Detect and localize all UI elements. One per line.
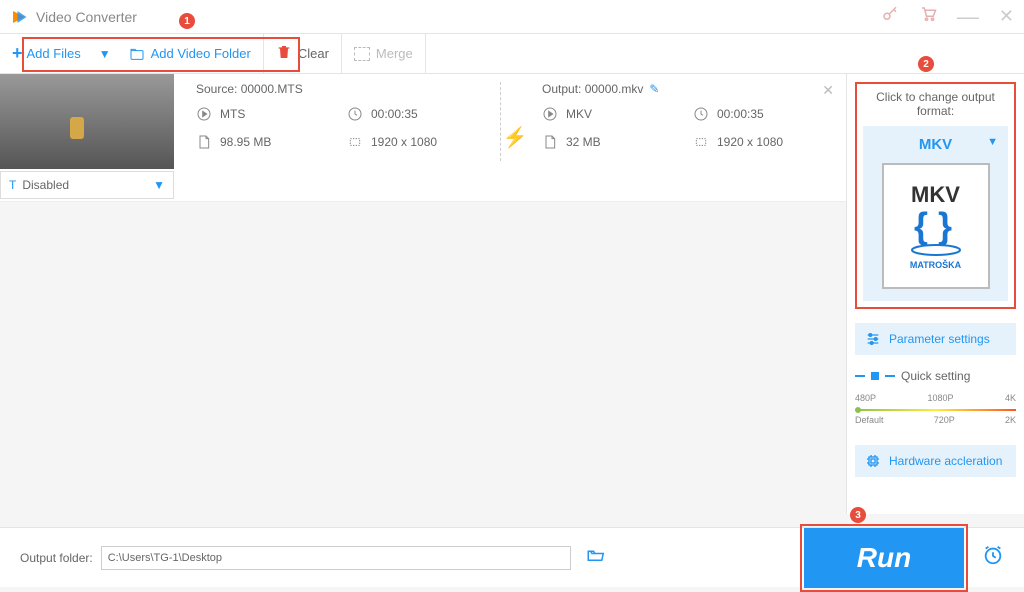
svg-text:{ }: { } [914,208,952,246]
output-info: Output: 00000.mkv ✎ MKV 00:00:35 32 MB 1… [530,74,846,201]
source-format: MTS [196,106,337,122]
cart-icon[interactable] [919,5,937,28]
source-resolution: 1920 x 1080 [347,134,488,150]
app-title: Video Converter [36,9,137,25]
conversion-arrow: ⚡ [500,74,530,201]
output-settings-pane: Click to change output format: MKV ▼ MKV… [846,74,1024,514]
caret-icon: ▼ [153,178,165,192]
run-button[interactable]: Run [804,528,964,588]
subtitle-dropdown[interactable]: T Disabled ▼ [0,171,174,199]
file-list-pane: T Disabled ▼ Source: 00000.MTS MTS 00:00… [0,74,846,514]
add-folder-label: Add Video Folder [151,46,251,61]
param-label: Parameter settings [889,332,990,346]
sliders-icon [865,331,881,347]
output-duration: 00:00:35 [693,106,834,122]
subtitle-icon: T [9,178,16,192]
add-files-dropdown-caret[interactable]: ▼ [99,47,111,61]
output-format-area: Click to change output format: MKV ▼ MKV… [855,82,1016,309]
add-files-label: Add Files [27,46,81,61]
schedule-icon[interactable] [982,544,1004,572]
format-dropdown[interactable]: MKV ▼ [869,132,1002,157]
trash-icon [276,44,292,63]
clear-button[interactable]: Clear [276,44,329,63]
hardware-acceleration-button[interactable]: Hardware accleration [855,445,1016,477]
merge-button: Merge [354,46,413,61]
title-bar: Video Converter — ✕ [0,0,1024,34]
source-duration: 00:00:35 [347,106,488,122]
source-info: Source: 00000.MTS MTS 00:00:35 98.95 MB … [184,74,500,201]
file-row[interactable]: T Disabled ▼ Source: 00000.MTS MTS 00:00… [0,74,846,202]
format-logo-text: MKV [911,182,960,208]
hw-label: Hardware accleration [889,454,1002,468]
quality-ticks-bottom: Default720P2K [855,415,1016,425]
folder-open-icon [585,546,605,564]
quick-setting-label: Quick setting [855,369,1016,383]
merge-icon [354,47,370,61]
quality-ticks-top: 480P1080P4K [855,393,1016,403]
subtitle-value: Disabled [22,178,69,192]
plus-icon: + [12,43,23,64]
output-label: Output: 00000.mkv [542,82,643,96]
key-icon[interactable] [881,5,899,28]
parameter-settings-button[interactable]: Parameter settings [855,323,1016,355]
format-name: MKV [919,136,952,153]
add-folder-button[interactable]: Add Video Folder [129,46,251,62]
minimize-button[interactable]: — [957,4,979,30]
main-area: T Disabled ▼ Source: 00000.MTS MTS 00:00… [0,74,1024,514]
run-label: Run [857,542,911,574]
browse-folder-button[interactable] [585,546,605,569]
close-button[interactable]: ✕ [999,6,1014,27]
output-folder-label: Output folder: [20,551,93,565]
annotation-marker-3: 3 [850,507,866,523]
toolbar: + Add Files ▼ Add Video Folder Clear Mer… [0,34,1024,74]
output-format: MKV [542,106,683,122]
annotation-marker-1: 1 [179,13,195,29]
video-thumbnail[interactable] [0,74,174,169]
app-logo-icon [10,8,28,26]
bolt-icon: ⚡ [503,125,528,150]
source-label: Source: 00000.MTS [196,82,488,96]
source-size: 98.95 MB [196,134,337,150]
folder-icon [129,46,145,62]
output-size: 32 MB [542,134,683,150]
file-controls: T Disabled ▼ [0,169,184,201]
bottom-bar: Output folder: Run [0,527,1024,587]
format-logo[interactable]: MKV { } MATROŠKA [882,163,990,289]
output-resolution: 1920 x 1080 [693,134,834,150]
add-files-button[interactable]: + Add Files [12,43,81,64]
quality-slider[interactable] [855,407,1016,413]
merge-label: Merge [376,46,413,61]
annotation-marker-2: 2 [918,56,934,72]
chip-icon [865,453,881,469]
clear-label: Clear [298,46,329,61]
edit-icon[interactable]: ✎ [649,82,659,96]
output-folder-input[interactable] [101,546,571,570]
format-logo-sub: MATROŠKA [910,260,961,270]
format-hint: Click to change output format: [863,90,1008,118]
caret-icon: ▼ [987,136,998,148]
remove-file-button[interactable]: ✕ [822,82,834,99]
